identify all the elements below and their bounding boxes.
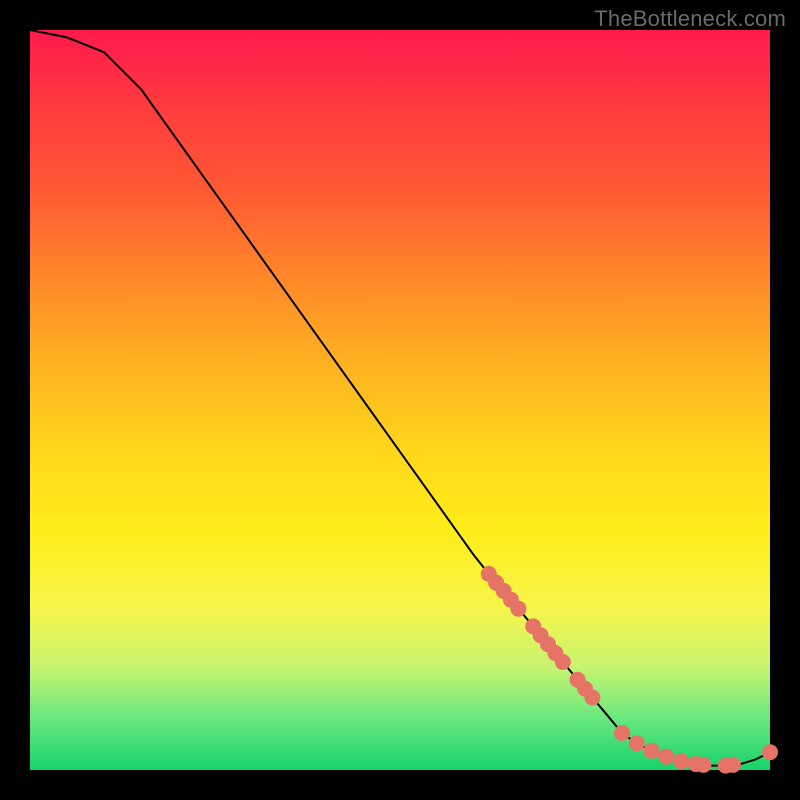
highlight-dot	[673, 753, 689, 769]
chart-stage: TheBottleneck.com	[0, 0, 800, 800]
highlight-dot	[614, 725, 630, 741]
highlight-dot	[555, 654, 571, 670]
highlight-dot	[629, 735, 645, 751]
curve-svg	[30, 30, 770, 770]
bottleneck-curve	[30, 30, 770, 766]
highlight-dots	[481, 566, 778, 774]
highlight-dot	[584, 690, 600, 706]
attribution-label: TheBottleneck.com	[594, 6, 786, 32]
highlight-dot	[644, 743, 660, 759]
highlight-dot	[510, 601, 526, 617]
highlight-dot	[658, 749, 674, 765]
highlight-dot	[725, 757, 741, 773]
highlight-dot	[762, 744, 778, 760]
highlight-dot	[695, 757, 711, 773]
plot-area	[30, 30, 770, 770]
